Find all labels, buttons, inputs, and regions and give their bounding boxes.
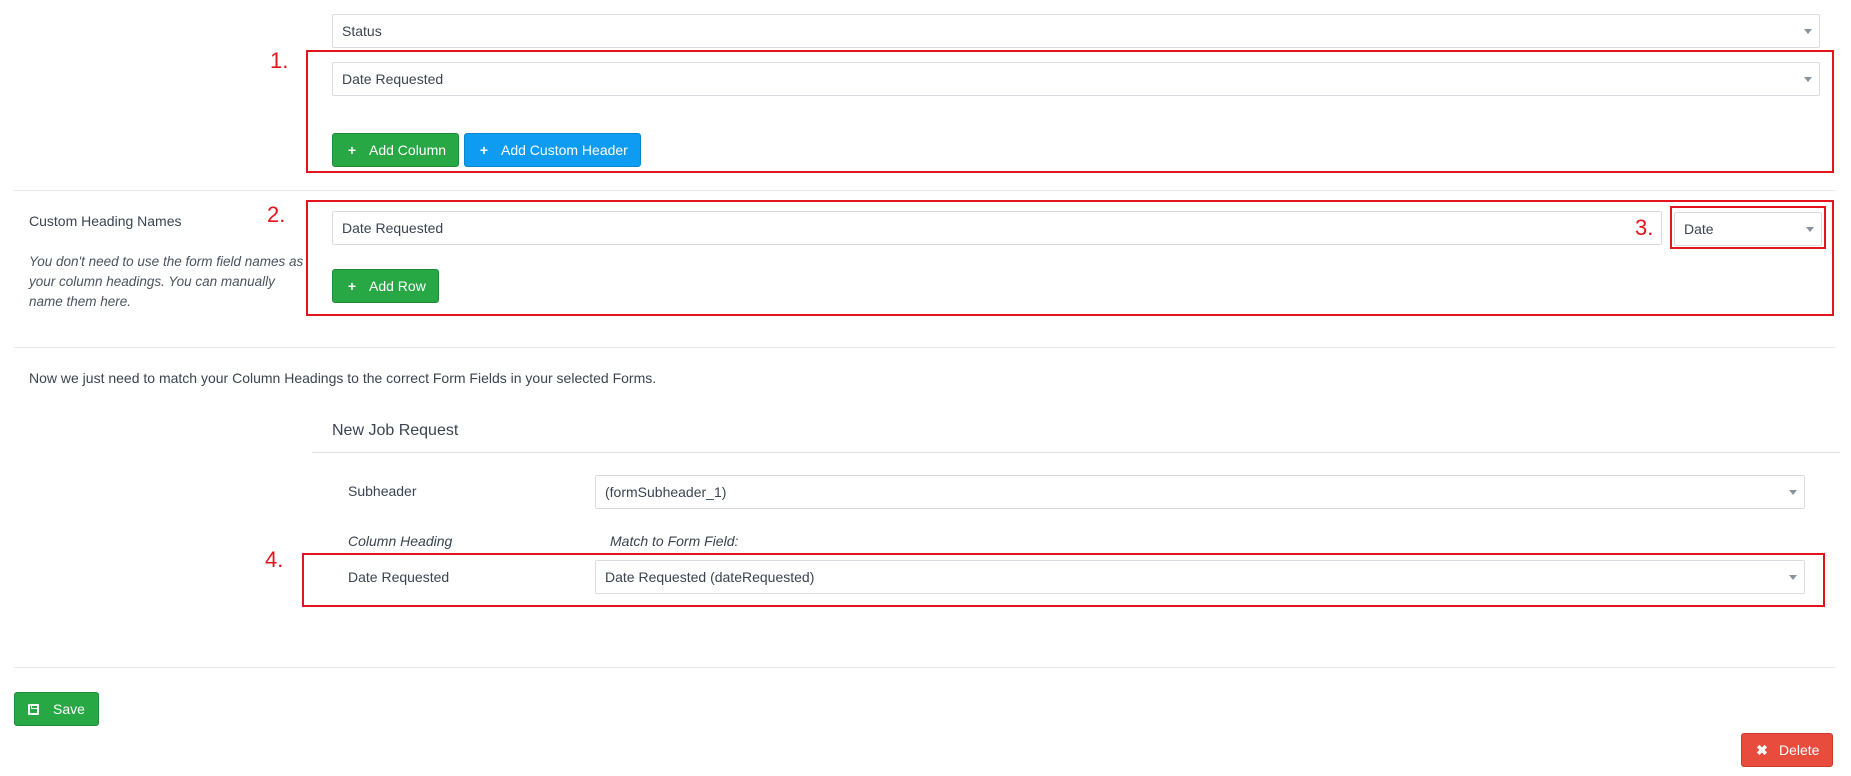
subheader-label: Subheader: [348, 483, 417, 499]
chevron-down-icon: [1789, 490, 1797, 495]
save-button[interactable]: Save: [14, 692, 99, 726]
status-select[interactable]: Status: [332, 14, 1820, 48]
divider: [14, 347, 1836, 348]
delete-label: Delete: [1779, 742, 1820, 758]
divider: [14, 667, 1836, 668]
annotation-marker-3: 3.: [1635, 215, 1654, 240]
annotation-box-3: [1670, 206, 1826, 249]
subheader-select[interactable]: (formSubheader_1): [595, 475, 1805, 509]
chevron-down-icon: [1804, 29, 1812, 34]
custom-headings-title: Custom Heading Names: [29, 213, 182, 229]
annotation-box-2: [306, 200, 1834, 316]
annotation-box-1: [306, 50, 1834, 173]
delete-button[interactable]: ✖ Delete: [1741, 733, 1834, 767]
save-label: Save: [53, 701, 85, 717]
annotation-box-4: [302, 553, 1825, 607]
annotation-marker-2: 2.: [267, 202, 286, 227]
match-to-form-field-label: Match to Form Field:: [610, 533, 739, 549]
form-heading-divider: [312, 452, 1840, 453]
form-name-heading: New Job Request: [332, 422, 459, 439]
match-intro-text: Now we just need to match your Column He…: [29, 370, 657, 386]
subheader-select-value: (formSubheader_1): [605, 484, 727, 500]
annotation-marker-4: 4.: [265, 547, 284, 572]
floppy-disk-icon: [28, 704, 39, 715]
column-heading-label: Column Heading: [348, 533, 453, 549]
close-icon: ✖: [1756, 742, 1768, 758]
annotation-marker-1: 1.: [270, 48, 289, 73]
custom-headings-hint: You don't need to use the form field nam…: [29, 254, 304, 309]
status-select-value: Status: [342, 23, 382, 39]
divider: [14, 190, 1836, 191]
